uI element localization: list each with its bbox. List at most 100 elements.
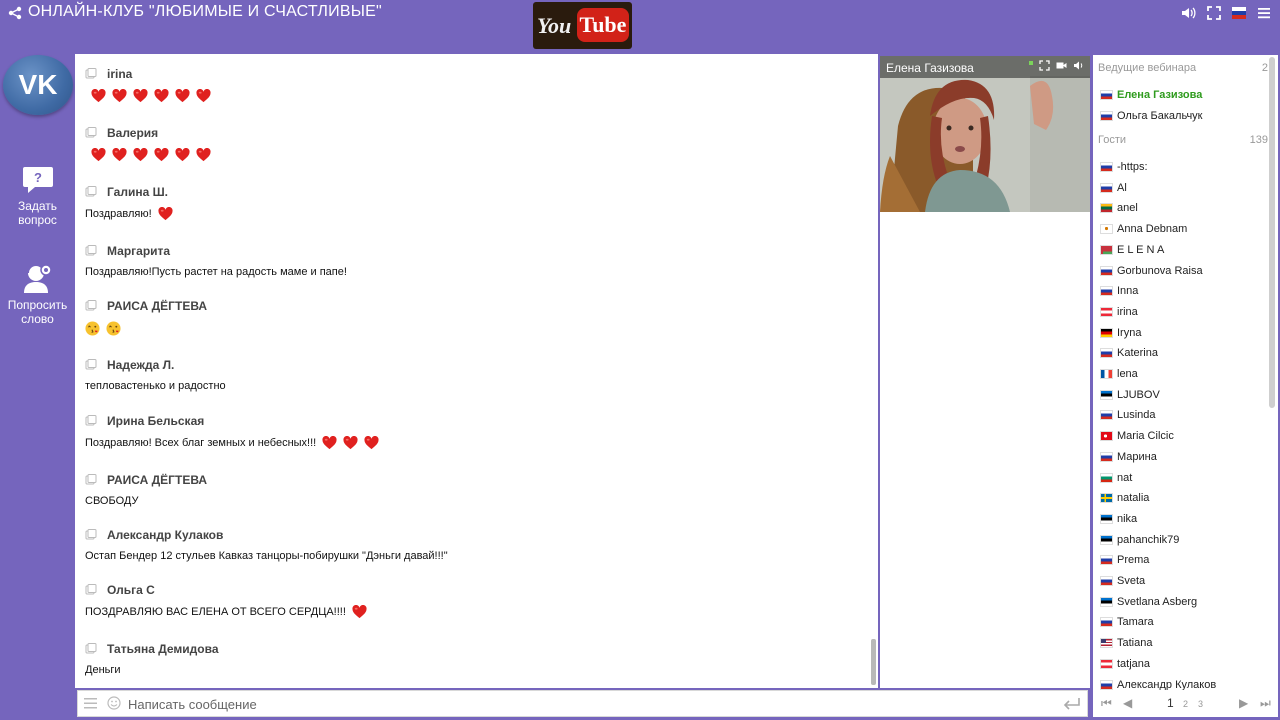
participant-item[interactable]: Ольга Бакальчук	[1100, 110, 1203, 122]
participant-item[interactable]: Lusinda	[1100, 409, 1156, 421]
participant-item[interactable]: tatjana	[1100, 658, 1150, 670]
participant-name: pahanchik79	[1117, 533, 1180, 546]
heart-emoji-icon	[154, 148, 169, 162]
participant-item[interactable]: Iryna	[1100, 327, 1141, 339]
participant-item[interactable]: Tamara	[1100, 616, 1154, 628]
participant-name: Inna	[1117, 285, 1139, 298]
flag-ru-icon	[1100, 617, 1113, 628]
participant-item[interactable]: pahanchik79	[1100, 534, 1179, 546]
message-author: РАИСА ДЁГТЕВА	[107, 473, 208, 487]
quote-icon[interactable]	[85, 359, 97, 371]
quote-icon[interactable]	[85, 300, 97, 312]
quote-icon[interactable]	[85, 68, 97, 80]
russia-flag-icon[interactable]	[1232, 7, 1246, 19]
quote-icon[interactable]	[85, 186, 97, 198]
menu-icon[interactable]	[1256, 5, 1272, 21]
vk-share-button[interactable]: VK	[3, 55, 73, 115]
last-page-icon[interactable]: ⏭	[1260, 696, 1271, 711]
participant-item[interactable]: nika	[1100, 513, 1137, 525]
participant-item[interactable]: Tatiana	[1100, 637, 1152, 649]
quote-icon[interactable]	[85, 584, 97, 596]
chat-message: Ирина Бельская Поздравляю! Всех благ зем…	[85, 413, 379, 450]
quote-icon[interactable]	[85, 415, 97, 427]
participant-item[interactable]: Prema	[1100, 554, 1149, 566]
page-current[interactable]: 1	[1167, 696, 1174, 710]
participant-item[interactable]: Gorbunova Raisa	[1100, 265, 1203, 277]
participants-scrollbar-thumb[interactable]	[1269, 57, 1275, 408]
participant-item[interactable]: E L E N A	[1100, 244, 1164, 256]
quote-icon[interactable]	[85, 529, 97, 541]
participant-item[interactable]: Maria Cilcic	[1100, 430, 1174, 442]
presenter-video[interactable]: Елена Газизова	[880, 56, 1090, 212]
participant-item[interactable]: Svetlana Asberg	[1100, 596, 1197, 608]
participant-item[interactable]: natalia	[1100, 492, 1149, 504]
page-link[interactable]: 2	[1183, 699, 1188, 709]
send-enter-icon[interactable]	[1063, 697, 1081, 711]
video-volume-icon[interactable]	[1073, 60, 1084, 71]
request-word-button[interactable]: Попросить слово	[0, 262, 75, 326]
smile-icon[interactable]	[107, 696, 121, 710]
participant-item[interactable]: -https:	[1100, 161, 1148, 173]
flag-by-icon	[1100, 244, 1113, 255]
prev-page-icon[interactable]: ◀	[1123, 696, 1132, 710]
presenter-name: Елена Газизова	[886, 61, 974, 75]
flag-ru-icon	[1100, 182, 1113, 193]
quote-icon[interactable]	[85, 643, 97, 655]
chat-message: irina	[85, 66, 211, 103]
message-author: Маргарита	[107, 244, 171, 258]
camera-icon[interactable]	[1056, 60, 1067, 71]
participant-name: Maria Cilcic	[1117, 430, 1174, 443]
participant-item[interactable]: anel	[1100, 202, 1138, 214]
flag-ee-icon	[1100, 596, 1113, 607]
ask-question-button[interactable]: ? Задать вопрос	[0, 165, 75, 227]
flag-bg-icon	[1100, 472, 1113, 483]
participant-name: nika	[1117, 512, 1138, 525]
flag-lt-icon	[1100, 203, 1113, 214]
list-menu-icon[interactable]	[84, 697, 97, 710]
flag-ru-icon	[1100, 451, 1113, 462]
participant-name: LJUBOV	[1117, 388, 1160, 401]
quote-icon[interactable]	[85, 245, 97, 257]
participant-name: natalia	[1117, 492, 1150, 505]
participant-name: anel	[1117, 202, 1138, 215]
participant-item[interactable]: lena	[1100, 368, 1138, 380]
volume-icon[interactable]	[1180, 5, 1196, 21]
participant-item[interactable]: irina	[1100, 306, 1138, 318]
participant-item[interactable]: LJUBOV	[1100, 389, 1160, 401]
chat-scrollbar-thumb[interactable]	[871, 639, 876, 685]
participant-item[interactable]: Anna Debnam	[1100, 223, 1187, 235]
flag-ru-icon	[1100, 111, 1113, 121]
participant-item[interactable]: Sveta	[1100, 575, 1145, 587]
quote-icon[interactable]	[85, 127, 97, 139]
video-fullscreen-icon[interactable]	[1039, 60, 1050, 71]
participant-item[interactable]: Марина	[1100, 451, 1157, 463]
participant-name: -https:	[1117, 161, 1148, 173]
next-page-icon[interactable]: ▶	[1239, 696, 1248, 710]
participant-name: Tamara	[1117, 616, 1154, 629]
message-author: Валерия	[107, 126, 159, 140]
fullscreen-icon[interactable]	[1206, 5, 1222, 21]
share-icon[interactable]	[8, 6, 22, 20]
ask-question-label-2: вопрос	[18, 213, 57, 227]
heart-emoji-icon	[196, 89, 211, 103]
participant-item[interactable]: Katerina	[1100, 347, 1158, 359]
heart-emoji-icon	[112, 89, 127, 103]
youtube-logo[interactable]: You Tube	[533, 2, 632, 49]
participant-item[interactable]: Inna	[1100, 285, 1138, 297]
participant-name: irina	[1117, 305, 1138, 318]
participant-item[interactable]: nat	[1100, 472, 1132, 484]
quote-icon[interactable]	[85, 474, 97, 486]
participant-item[interactable]: Елена Газизова	[1100, 89, 1202, 101]
chat-scrollbar-track[interactable]	[870, 54, 878, 688]
message-text	[85, 321, 207, 336]
first-page-icon[interactable]: ⏮	[1101, 696, 1112, 711]
participant-item[interactable]: Александр Кулаков	[1100, 679, 1216, 690]
flag-ru-icon	[1100, 286, 1113, 297]
flag-se-icon	[1100, 493, 1113, 504]
message-input[interactable]	[128, 694, 1008, 714]
page-link[interactable]: 3	[1198, 699, 1203, 709]
flag-ee-icon	[1100, 389, 1113, 400]
heart-emoji-icon	[133, 148, 148, 162]
heart-emoji-icon	[154, 89, 169, 103]
participant-item[interactable]: Al	[1100, 182, 1127, 194]
